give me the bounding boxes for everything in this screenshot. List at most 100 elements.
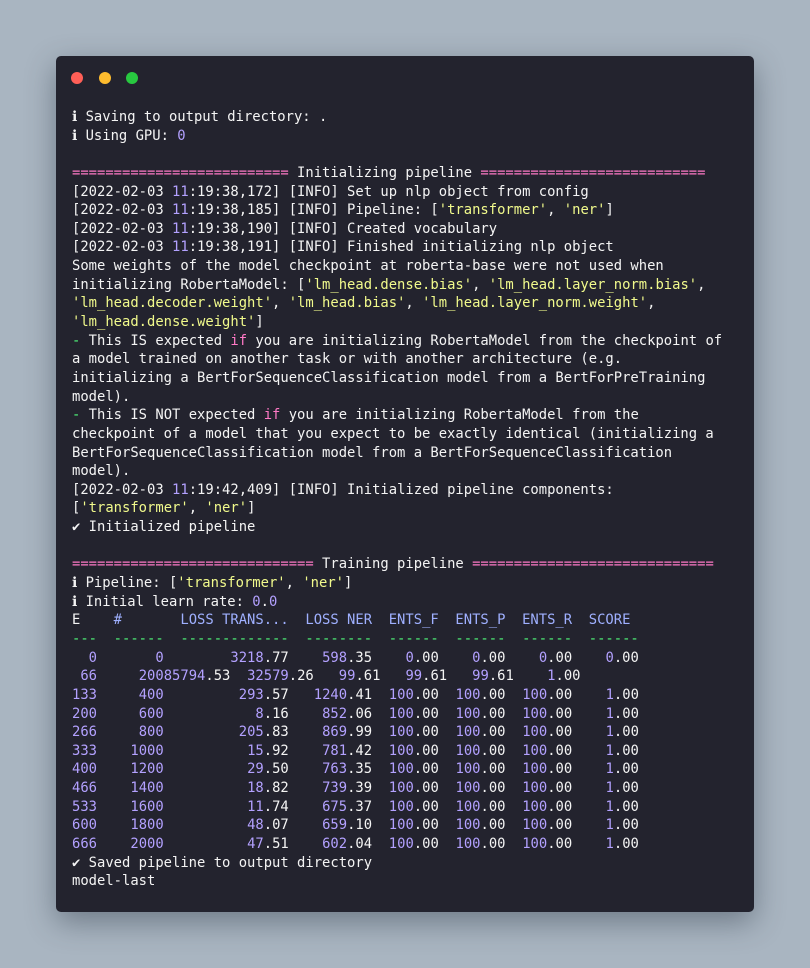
terminal-text: 'ner' xyxy=(205,500,248,517)
terminal-text: .00 xyxy=(413,835,456,852)
terminal-text: 11 xyxy=(172,220,189,237)
terminal-line: a model trained on another task or with … xyxy=(72,350,742,369)
terminal-text: ] xyxy=(255,314,264,331)
terminal-line: 400 1200 29.50 763.35 100.00 100.00 100.… xyxy=(72,760,742,779)
terminal-text: .00 xyxy=(613,705,639,722)
terminal-text: 15 xyxy=(247,742,264,759)
terminal-text: BertForSequenceClassification model from… xyxy=(72,444,673,461)
terminal-text: .00 xyxy=(613,761,639,778)
terminal-text: checkpoint of a model that you expect to… xyxy=(72,425,714,442)
terminal-text: .00 xyxy=(480,798,523,815)
terminal-text: 266 xyxy=(72,724,98,741)
terminal-text: .00 xyxy=(480,705,523,722)
terminal-text: .83 xyxy=(263,724,323,741)
terminal-text: ℹ Using GPU: xyxy=(72,127,178,144)
terminal-text: 1000 xyxy=(130,742,164,759)
terminal-text: 800 xyxy=(138,724,164,741)
terminal-text: , xyxy=(697,276,706,293)
terminal-text: you are initializing RobertaModel from t… xyxy=(280,407,639,424)
terminal-text: 18 xyxy=(247,780,264,797)
minimize-dot[interactable] xyxy=(98,72,111,84)
terminal-text: ℹ Saving to output directory: . xyxy=(72,109,328,125)
terminal-text: 659 xyxy=(322,817,348,834)
terminal-text: .00 xyxy=(613,649,639,666)
terminal-text: 3218 xyxy=(230,649,264,666)
terminal-line: ['transformer', 'ner'] xyxy=(72,499,742,518)
terminal-line: initializing a BertForSequenceClassifica… xyxy=(72,369,742,388)
terminal-text: :19:38,185] [INFO] Pipeline: [ xyxy=(188,202,439,219)
terminal-line: 0 0 3218.77 598.35 0.00 0.00 0.00 0.00 xyxy=(72,649,742,668)
terminal-line: checkpoint of a model that you expect to… xyxy=(72,425,742,444)
terminal-text: 100 xyxy=(522,780,548,797)
terminal-text: Training pipeline xyxy=(322,556,464,573)
terminal-text: .00 xyxy=(613,724,639,741)
terminal-text: , xyxy=(472,276,489,293)
terminal-line: ℹ Pipeline: ['transformer', 'ner'] xyxy=(72,574,742,593)
terminal-text: 1200 xyxy=(130,761,164,778)
terminal-text: ℹ Pipeline: [ xyxy=(72,575,178,592)
terminal-text: , xyxy=(285,575,303,592)
terminal-text: , xyxy=(272,295,289,312)
terminal-text: [2022-02-03 xyxy=(72,220,173,237)
terminal-text: 133 xyxy=(72,686,98,703)
terminal-text: [2022-02-03 xyxy=(72,239,173,256)
window-controls xyxy=(71,72,144,84)
terminal-text: .53 xyxy=(205,668,248,685)
terminal-text: 781 xyxy=(322,742,348,759)
terminal-text: 0 xyxy=(605,649,614,666)
terminal-text: 'ner' xyxy=(563,202,606,219)
terminal-text: initializing RobertaModel: [ xyxy=(72,276,306,293)
terminal-line: 466 1400 18.82 739.39 100.00 100.00 100.… xyxy=(72,779,742,798)
terminal-text: .74 xyxy=(263,798,323,815)
terminal-text: 100 xyxy=(522,705,548,722)
terminal-text: # LOSS TRANS... LOSS NER ENTS_F ENTS_P E… xyxy=(80,612,639,629)
terminal-text: .00 xyxy=(547,798,606,815)
terminal-text: 'lm_head.layer_norm.bias' xyxy=(488,276,698,293)
terminal-text: ] xyxy=(605,202,614,219)
maximize-dot[interactable] xyxy=(126,72,139,84)
terminal-text: 205 xyxy=(238,724,264,741)
terminal-text: 11 xyxy=(172,202,189,219)
terminal-text: 100 xyxy=(388,817,414,834)
terminal-text: 602 xyxy=(322,835,348,852)
terminal-text: 0 xyxy=(252,593,261,610)
terminal-text: =========================== xyxy=(472,164,706,181)
terminal-text: , xyxy=(188,500,206,517)
terminal-line: initializing RobertaModel: ['lm_head.den… xyxy=(72,276,742,295)
terminal-text: .00 xyxy=(480,817,523,834)
terminal-text: 100 xyxy=(388,835,414,852)
terminal-text: . xyxy=(260,593,269,610)
terminal-text: 1 xyxy=(605,686,614,703)
terminal-text: 0 xyxy=(405,649,414,666)
terminal-text: 100 xyxy=(388,780,414,797)
terminal-text: ] xyxy=(247,500,256,517)
terminal-text: .92 xyxy=(263,742,323,759)
terminal-text: :19:38,190] [INFO] Created vocabulary xyxy=(188,220,498,237)
terminal-text: 'lm_head.bias' xyxy=(288,295,406,312)
terminal-text: model). xyxy=(72,388,131,405)
terminal-text: 100 xyxy=(388,761,414,778)
terminal-text: 0 xyxy=(538,649,548,666)
terminal-text: 100 xyxy=(455,724,481,741)
terminal-text: .42 xyxy=(347,742,389,759)
terminal-text: .51 xyxy=(263,835,323,852)
terminal-text: 100 xyxy=(522,761,548,778)
terminal-text: .00 xyxy=(547,742,606,759)
terminal-text: 66 xyxy=(80,668,98,685)
close-dot[interactable] xyxy=(71,72,83,84)
terminal-text: 1 xyxy=(547,668,556,685)
terminal-text: .00 xyxy=(613,686,639,703)
terminal-text: 600 xyxy=(72,817,98,834)
terminal-text: 400 xyxy=(72,761,98,778)
terminal-output: ℹ Saving to output directory: . ℹ Using G… xyxy=(72,108,742,891)
terminal-text: 100 xyxy=(455,761,481,778)
terminal-text: .61 xyxy=(488,668,548,685)
